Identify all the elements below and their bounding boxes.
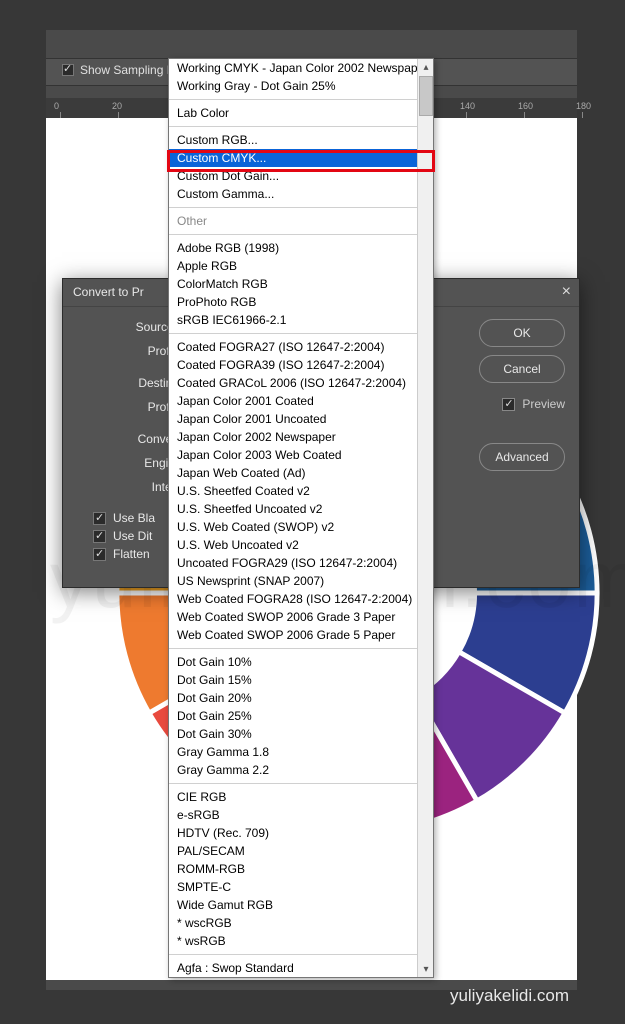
dropdown-item[interactable]: Web Coated SWOP 2006 Grade 3 Paper	[169, 608, 417, 626]
preview-checkbox[interactable]: Preview	[479, 397, 565, 411]
dropdown-item[interactable]: * wsRGB	[169, 932, 417, 950]
dropdown-item[interactable]: Japan Color 2001 Coated	[169, 392, 417, 410]
dropdown-item[interactable]: Japan Web Coated (Ad)	[169, 464, 417, 482]
ruler-number: 160	[518, 101, 533, 111]
dropdown-item[interactable]: * wscRGB	[169, 914, 417, 932]
dropdown-item[interactable]: Working Gray - Dot Gain 25%	[169, 77, 417, 95]
dropdown-item[interactable]: Lab Color	[169, 104, 417, 122]
scroll-thumb[interactable]	[419, 76, 433, 116]
dropdown-item[interactable]: U.S. Sheetfed Uncoated v2	[169, 500, 417, 518]
dropdown-item[interactable]: sRGB IEC61966-2.1	[169, 311, 417, 329]
dropdown-item[interactable]: Working CMYK - Japan Color 2002 Newspape…	[169, 59, 417, 77]
dropdown-separator	[169, 126, 417, 127]
dropdown-item[interactable]: e-sRGB	[169, 806, 417, 824]
dropdown-separator	[169, 954, 417, 955]
dropdown-item[interactable]: ColorMatch RGB	[169, 275, 417, 293]
dropdown-item[interactable]: Uncoated FOGRA29 (ISO 12647-2:2004)	[169, 554, 417, 572]
checkbox-icon	[62, 64, 74, 76]
dropdown-separator	[169, 783, 417, 784]
dropdown-separator	[169, 207, 417, 208]
dropdown-item[interactable]: ROMM-RGB	[169, 860, 417, 878]
dropdown-item[interactable]: Custom CMYK...	[169, 149, 417, 167]
dropdown-item[interactable]: US Newsprint (SNAP 2007)	[169, 572, 417, 590]
dropdown-item[interactable]: U.S. Web Uncoated v2	[169, 536, 417, 554]
dropdown-item[interactable]: Japan Color 2003 Web Coated	[169, 446, 417, 464]
dropdown-item[interactable]: Dot Gain 10%	[169, 653, 417, 671]
dropdown-item[interactable]: Custom RGB...	[169, 131, 417, 149]
ruler-number: 0	[54, 101, 59, 111]
dropdown-item[interactable]: Web Coated FOGRA28 (ISO 12647-2:2004)	[169, 590, 417, 608]
watermark-site: yuliyakelidi.com	[450, 986, 569, 1006]
dropdown-separator	[169, 333, 417, 334]
dropdown-item[interactable]: ProPhoto RGB	[169, 293, 417, 311]
dropdown-item[interactable]: Gray Gamma 2.2	[169, 761, 417, 779]
dropdown-separator	[169, 648, 417, 649]
dropdown-item: Other	[169, 212, 417, 230]
dropdown-separator	[169, 234, 417, 235]
dropdown-item[interactable]: U.S. Web Coated (SWOP) v2	[169, 518, 417, 536]
dropdown-item[interactable]: U.S. Sheetfed Coated v2	[169, 482, 417, 500]
dropdown-item[interactable]: Coated GRACoL 2006 (ISO 12647-2:2004)	[169, 374, 417, 392]
dropdown-item[interactable]: Dot Gain 25%	[169, 707, 417, 725]
ok-button[interactable]: OK	[479, 319, 565, 347]
dropdown-item[interactable]: CIE RGB	[169, 788, 417, 806]
scroll-down-icon[interactable]: ▾	[418, 961, 434, 977]
ruler-number: 20	[112, 101, 122, 111]
dropdown-item[interactable]: Wide Gamut RGB	[169, 896, 417, 914]
dropdown-item[interactable]: Web Coated SWOP 2006 Grade 5 Paper	[169, 626, 417, 644]
ruler-number: 180	[576, 101, 591, 111]
dropdown-item[interactable]: Japan Color 2001 Uncoated	[169, 410, 417, 428]
advanced-button[interactable]: Advanced	[479, 443, 565, 471]
close-icon[interactable]: ×	[562, 283, 571, 301]
dropdown-item[interactable]: Dot Gain 15%	[169, 671, 417, 689]
dropdown-item[interactable]: Apple RGB	[169, 257, 417, 275]
cancel-button[interactable]: Cancel	[479, 355, 565, 383]
dropdown-item[interactable]: PAL/SECAM	[169, 842, 417, 860]
profile-dropdown-list[interactable]: Working CMYK - Japan Color 2002 Newspape…	[168, 58, 434, 978]
scroll-up-icon[interactable]: ▴	[418, 59, 434, 75]
dropdown-separator	[169, 99, 417, 100]
dropdown-item[interactable]: Custom Dot Gain...	[169, 167, 417, 185]
dropdown-item[interactable]: Coated FOGRA39 (ISO 12647-2:2004)	[169, 356, 417, 374]
dropdown-item[interactable]: Gray Gamma 1.8	[169, 743, 417, 761]
dropdown-item[interactable]: Adobe RGB (1998)	[169, 239, 417, 257]
dropdown-item[interactable]: HDTV (Rec. 709)	[169, 824, 417, 842]
dropdown-item[interactable]: Agfa : Swop Standard	[169, 959, 417, 977]
dropdown-item[interactable]: Coated FOGRA27 (ISO 12647-2:2004)	[169, 338, 417, 356]
ruler-number: 140	[460, 101, 475, 111]
dropdown-item[interactable]: Japan Color 2002 Newspaper	[169, 428, 417, 446]
dropdown-item[interactable]: Dot Gain 20%	[169, 689, 417, 707]
dropdown-item[interactable]: SMPTE-C	[169, 878, 417, 896]
dropdown-item[interactable]: Custom Gamma...	[169, 185, 417, 203]
dropdown-item[interactable]: Dot Gain 30%	[169, 725, 417, 743]
dropdown-scrollbar[interactable]: ▴ ▾	[417, 59, 433, 977]
